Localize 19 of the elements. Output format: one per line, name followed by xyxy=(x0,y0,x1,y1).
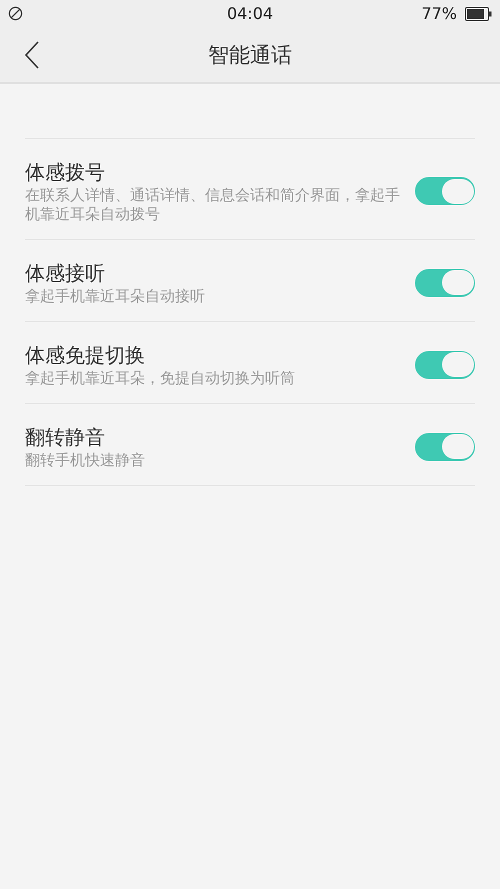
toggle-switch[interactable] xyxy=(415,177,475,205)
setting-title: 体感免提切换 xyxy=(25,342,146,369)
setting-description: 翻转手机快速静音 xyxy=(25,451,146,470)
toggle-switch[interactable] xyxy=(415,432,475,460)
setting-title: 翻转静音 xyxy=(25,424,106,451)
status-time: 04:04 xyxy=(226,4,274,23)
setting-description: 拿起手机靠近耳朵，免提自动切换为听筒 xyxy=(25,369,296,388)
toggle-switch[interactable] xyxy=(415,268,475,296)
setting-title: 体感拨号 xyxy=(25,159,106,186)
battery-icon xyxy=(465,6,492,20)
battery-percentage: 77% xyxy=(421,4,457,23)
back-icon xyxy=(24,40,40,70)
back-button[interactable] xyxy=(24,40,40,70)
setting-title: 体感接听 xyxy=(25,260,106,287)
toggle-switch[interactable] xyxy=(415,350,475,378)
no-disturb-icon xyxy=(8,6,23,21)
setting-description: 拿起手机靠近耳朵自动接听 xyxy=(25,287,206,306)
setting-description: 在联系人详情、通话详情、信息会话和简介界面，拿起手机靠近耳朵自动拨号 xyxy=(25,186,401,224)
page-title: 智能通话 xyxy=(208,42,292,68)
